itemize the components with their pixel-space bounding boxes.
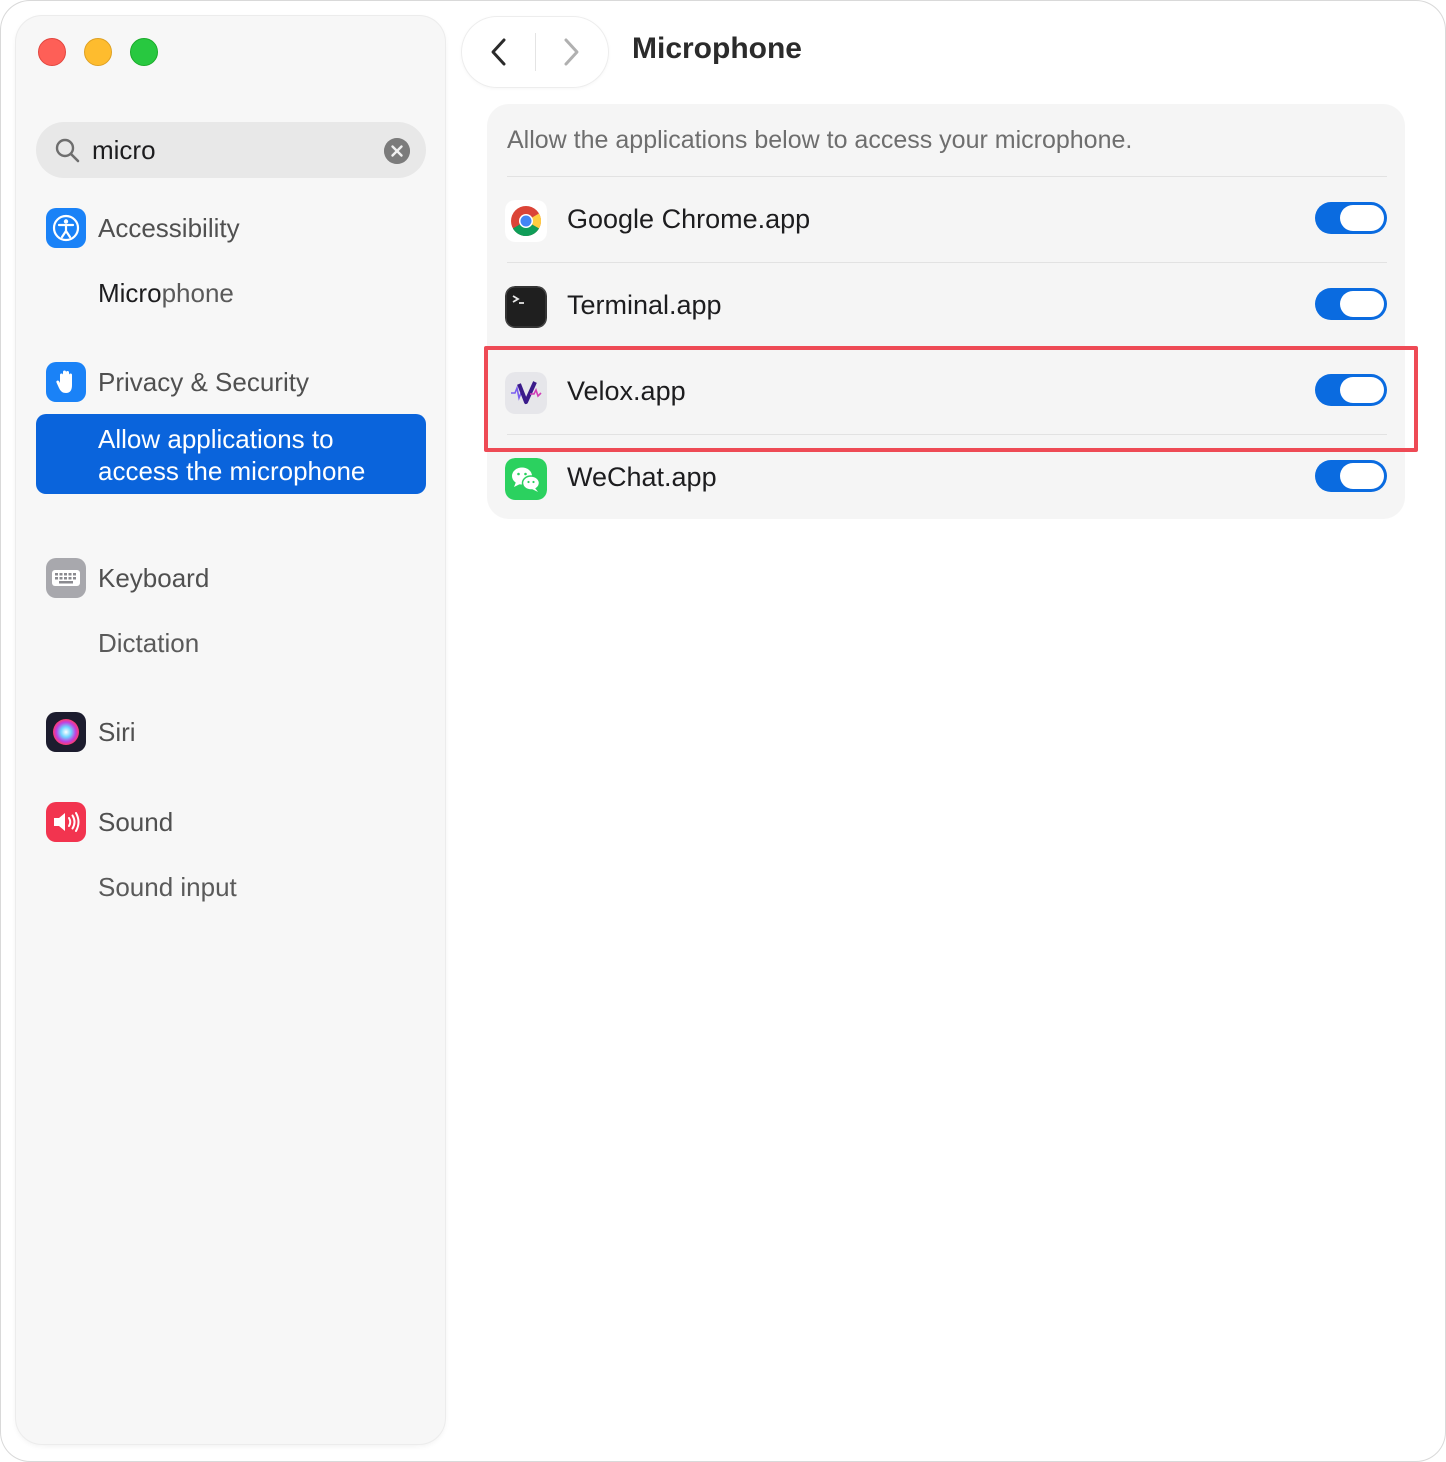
subitem-text: Sound input [98,872,237,902]
accessibility-icon [46,208,86,248]
wechat-access-toggle[interactable] [1315,460,1387,492]
speaker-icon [46,802,86,842]
sidebar-item-accessibility[interactable]: Accessibility [46,208,240,248]
divider [507,176,1387,177]
microphone-apps-panel: Allow the applications below to access y… [487,104,1405,519]
divider [507,262,1387,263]
app-name: Google Chrome.app [567,204,811,234]
siri-icon [46,712,86,752]
sidebar-item-sound[interactable]: Sound [46,802,173,842]
sidebar-item-label: Privacy & Security [98,366,309,397]
nav-separator [535,33,536,71]
wechat-icon [505,458,547,500]
close-window-button[interactable] [38,38,66,66]
toggle-knob [1340,205,1384,231]
subitem-text: Dictation [98,628,200,658]
terminal-icon [505,286,547,328]
page-title: Microphone [632,32,802,65]
search-match-text: Micro [98,278,162,308]
chrome-access-toggle[interactable] [1315,202,1387,234]
annotation-highlight-box [484,346,1418,452]
zoom-window-button[interactable] [130,38,158,66]
selected-item-line2: access the microphone [98,456,366,486]
search-input[interactable] [92,130,392,170]
sidebar-item-privacy-security[interactable]: Privacy & Security [46,362,309,402]
app-name: Terminal.app [567,290,722,320]
toggle-knob [1340,291,1384,317]
search-icon [55,138,80,163]
sidebar-subitem-microphone[interactable]: Microphone [98,278,234,309]
keyboard-icon [46,558,86,598]
settings-window: Accessibility Microphone Privacy & Secur… [0,0,1446,1462]
sidebar-item-label: Sound [98,806,174,837]
back-chevron-icon[interactable] [484,36,516,68]
search-field[interactable] [36,122,426,178]
app-row-wechat: WeChat.app [505,458,1387,544]
app-row-chrome: Google Chrome.app [505,200,1387,286]
sidebar-item-label: Siri [98,716,136,747]
sidebar-item-label: Keyboard [98,562,210,593]
hand-icon [46,362,86,402]
navigation-buttons [462,17,608,87]
selected-item-line1: Allow applications to [98,424,334,454]
terminal-access-toggle[interactable] [1315,288,1387,320]
sidebar-subitem-allow-microphone[interactable]: Allow applications to access the microph… [36,414,426,494]
minimize-window-button[interactable] [84,38,112,66]
sidebar-item-keyboard[interactable]: Keyboard [46,558,209,598]
sidebar-subitem-sound-input[interactable]: Sound input [98,872,237,903]
sidebar-item-siri[interactable]: Siri [46,712,136,752]
sidebar-item-label: Accessibility [98,212,240,243]
clear-icon[interactable] [384,138,410,164]
sidebar-subitem-dictation[interactable]: Dictation [98,628,199,659]
subitem-rest-text: phone [161,278,234,308]
panel-description: Allow the applications below to access y… [507,126,1133,154]
chrome-icon [505,200,547,242]
forward-chevron-icon[interactable] [554,36,586,68]
toggle-knob [1340,463,1384,489]
app-name: WeChat.app [567,462,717,492]
